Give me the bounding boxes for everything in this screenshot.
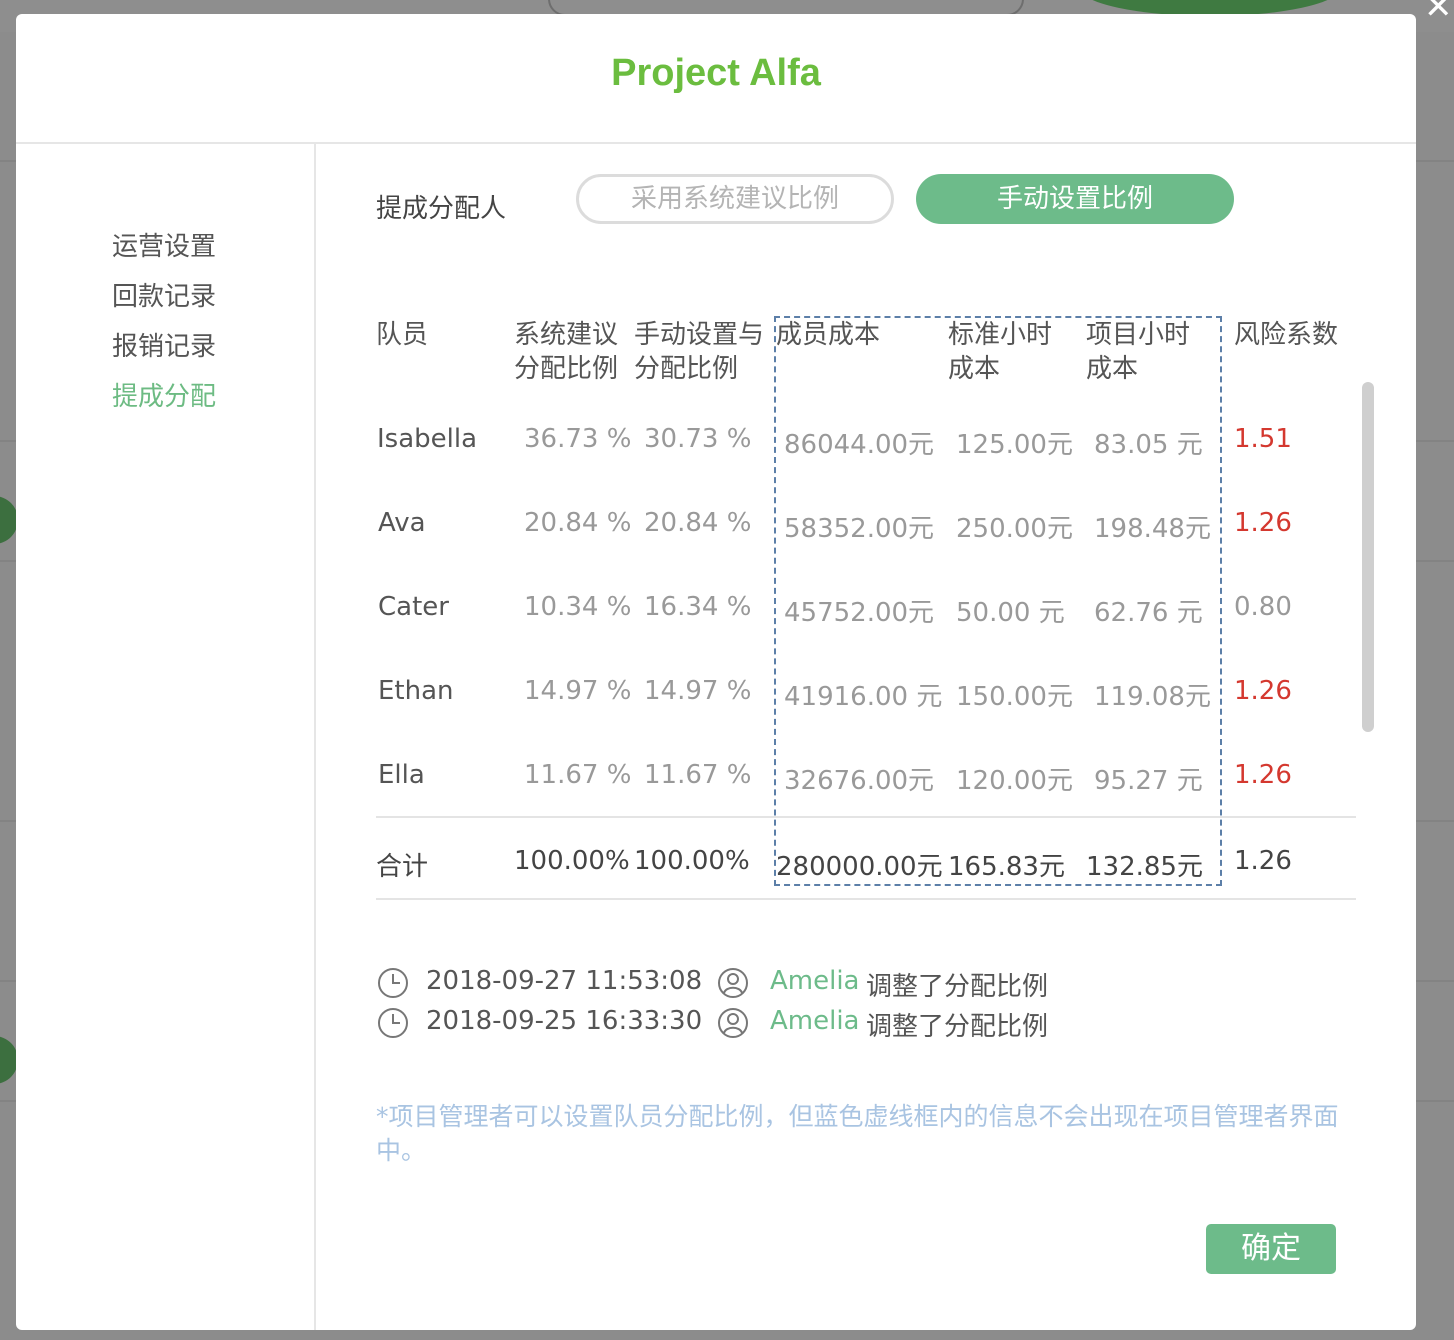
row-risk: 1.26 bbox=[1234, 760, 1292, 790]
row-manual-ratio[interactable]: 30.73 % bbox=[644, 424, 751, 454]
log-time: 2018-09-27 11:53:08 bbox=[426, 966, 703, 996]
row-manual-ratio[interactable]: 14.97 % bbox=[644, 676, 751, 706]
sidebar-item-operations[interactable]: 运营设置 bbox=[112, 226, 216, 263]
sidebar-item-payments[interactable]: 回款记录 bbox=[112, 276, 216, 313]
row-risk: 1.26 bbox=[1234, 676, 1292, 706]
modal-header: Project Alfa bbox=[16, 14, 1416, 144]
row-risk: 1.51 bbox=[1234, 424, 1292, 454]
row-system-ratio: 14.97 % bbox=[524, 676, 632, 706]
total-manual-ratio: 100.00% bbox=[634, 846, 750, 876]
header-system-ratio: 系统建议 分配比例 bbox=[514, 320, 619, 384]
confirm-button[interactable]: 确定 bbox=[1206, 1224, 1336, 1274]
row-name: Ava bbox=[378, 508, 426, 538]
allocation-label: 提成分配人 bbox=[376, 194, 507, 224]
user-icon bbox=[718, 1008, 748, 1038]
row-manual-ratio[interactable]: 16.34 % bbox=[644, 592, 751, 622]
sidebar-item-reimbursements[interactable]: 报销记录 bbox=[112, 326, 216, 363]
close-icon[interactable]: ✕ bbox=[1424, 0, 1453, 24]
row-manual-ratio[interactable]: 20.84 % bbox=[644, 508, 751, 538]
sidebar-item-commission[interactable]: 提成分配 bbox=[112, 376, 216, 413]
row-system-ratio: 10.34 % bbox=[524, 592, 632, 622]
header-risk: 风险系数 bbox=[1234, 320, 1339, 350]
log-time: 2018-09-25 16:33:30 bbox=[426, 1006, 703, 1036]
modal-content: 提成分配人 采用系统建议比例 手动设置比例 队员 系统建议 分配比例 手动设置与分… bbox=[316, 144, 1416, 1330]
log-action: 调整了分配比例 bbox=[866, 1012, 1049, 1042]
project-modal: Project Alfa 运营设置 回款记录 报销记录 提成分配 提成分配人 采… bbox=[16, 14, 1416, 1330]
table-bottom-border bbox=[376, 898, 1356, 900]
row-system-ratio: 36.73 % bbox=[524, 424, 632, 454]
total-system-ratio: 100.00% bbox=[514, 846, 630, 876]
row-risk: 0.80 bbox=[1234, 592, 1292, 622]
info-note: *项目管理者可以设置队员分配比例，但蓝色虚线框内的信息不会出现在项目管理者界面中… bbox=[376, 1102, 1339, 1165]
system-ratio-button[interactable]: 采用系统建议比例 bbox=[576, 174, 894, 224]
header-manual-ratio: 手动设置与 分配比例 bbox=[634, 320, 765, 384]
table-scrollbar[interactable] bbox=[1362, 382, 1374, 732]
manual-ratio-button[interactable]: 手动设置比例 bbox=[916, 174, 1234, 224]
row-system-ratio: 20.84 % bbox=[524, 508, 632, 538]
modal-title: Project Alfa bbox=[611, 52, 821, 94]
clock-icon bbox=[378, 1008, 408, 1038]
log-user[interactable]: Amelia bbox=[770, 966, 860, 996]
row-system-ratio: 11.67 % bbox=[524, 760, 632, 790]
row-name: Cater bbox=[378, 592, 449, 622]
modal-sidebar: 运营设置 回款记录 报销记录 提成分配 bbox=[16, 144, 316, 1330]
row-manual-ratio[interactable]: 11.67 % bbox=[644, 760, 751, 790]
row-risk: 1.26 bbox=[1234, 508, 1292, 538]
user-icon bbox=[718, 968, 748, 998]
log-user[interactable]: Amelia bbox=[770, 1006, 860, 1036]
total-risk: 1.26 bbox=[1234, 846, 1292, 876]
hidden-info-dashed-box bbox=[774, 316, 1222, 886]
row-name: Ethan bbox=[378, 676, 454, 706]
clock-icon bbox=[378, 968, 408, 998]
total-label: 合计 bbox=[376, 852, 429, 882]
row-name: Ella bbox=[378, 760, 425, 790]
log-action: 调整了分配比例 bbox=[866, 972, 1049, 1002]
row-name: Isabella bbox=[377, 424, 478, 454]
header-member: 队员 bbox=[376, 320, 429, 350]
